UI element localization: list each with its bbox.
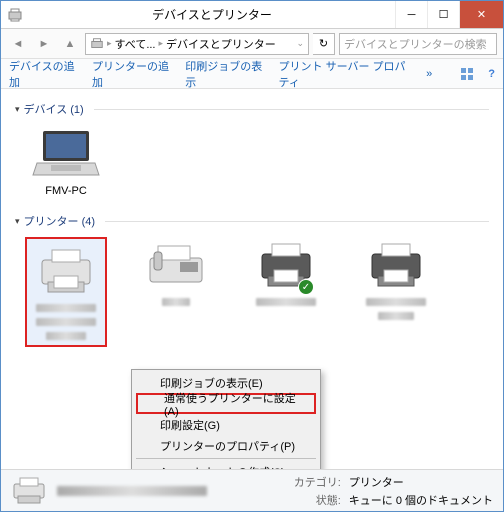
cmd-server-props[interactable]: プリント サーバー プロパティ	[279, 58, 413, 90]
content-area: ▾ デバイス (1) FMV-PC ▾ プリンター (4)	[1, 89, 503, 469]
cmd-view-jobs[interactable]: 印刷ジョブの表示	[185, 58, 264, 90]
window-title: デバイスとプリンター	[29, 6, 395, 23]
printer-label	[378, 312, 414, 320]
close-button[interactable]: ✕	[459, 1, 503, 28]
address-box[interactable]: ▸ すべて... ▸ デバイスとプリンター ⌄	[85, 33, 309, 55]
cmd-add-printer[interactable]: プリンターの追加	[92, 58, 171, 90]
breadcrumb-seg1[interactable]: すべて...	[115, 36, 156, 52]
view-options-icon[interactable]	[460, 67, 474, 81]
maximize-button[interactable]: ☐	[427, 1, 459, 28]
printer-label	[256, 298, 316, 306]
help-icon[interactable]: ?	[488, 68, 495, 80]
default-check-icon: ✓	[298, 279, 314, 295]
group-header-printers[interactable]: ▾ プリンター (4)	[15, 213, 489, 229]
status-category-key: カテゴリ:	[294, 474, 341, 490]
status-thumbnail-icon	[11, 476, 47, 506]
printer-icon	[360, 237, 432, 293]
refresh-button[interactable]: ↻	[313, 33, 335, 55]
nav-up-button[interactable]: ▲	[59, 33, 81, 55]
nav-forward-button[interactable]: ►	[33, 33, 55, 55]
breadcrumb-sep: ▸	[107, 38, 112, 49]
device-label: FMV-PC	[45, 185, 87, 197]
cmd-add-device[interactable]: デバイスの追加	[9, 58, 78, 90]
printer-label	[46, 332, 86, 340]
status-info: カテゴリ: プリンター 状態: キューに 0 個のドキュメント	[294, 474, 493, 508]
status-device-name	[57, 486, 207, 496]
search-input[interactable]: デバイスとプリンターの検索	[339, 33, 497, 55]
printer-icon	[30, 243, 102, 299]
titlebar: デバイスとプリンター ─ ☐ ✕	[1, 1, 503, 29]
printer-item-2-fax[interactable]	[135, 237, 217, 347]
status-state-val: キューに 0 個のドキュメント	[349, 492, 493, 508]
printer-item-1[interactable]	[25, 237, 107, 347]
collapse-icon: ▾	[15, 104, 20, 115]
printer-label	[36, 318, 96, 326]
printer-label	[366, 298, 426, 306]
printer-label	[162, 298, 190, 306]
breadcrumb-sep: ▸	[159, 38, 164, 49]
fax-icon	[140, 237, 212, 293]
context-menu: 印刷ジョブの表示(E) 通常使うプリンターに設定(A) 印刷設定(G) プリンタ…	[131, 369, 321, 469]
menu-set-default[interactable]: 通常使うプリンターに設定(A)	[136, 393, 316, 414]
menu-print-prefs[interactable]: 印刷設定(G)	[134, 414, 318, 435]
address-bar: ◄ ► ▲ ▸ すべて... ▸ デバイスとプリンター ⌄ ↻ デバイスとプリン…	[1, 29, 503, 59]
printer-item-3-default[interactable]: ✓	[245, 237, 327, 347]
laptop-icon	[30, 125, 102, 181]
command-bar: デバイスの追加 プリンターの追加 印刷ジョブの表示 プリント サーバー プロパテ…	[1, 59, 503, 89]
menu-separator	[136, 458, 316, 459]
printer-icon: ✓	[250, 237, 322, 293]
collapse-icon: ▾	[15, 216, 20, 227]
devices-printers-icon	[90, 37, 104, 51]
devices-printers-icon	[7, 7, 23, 23]
minimize-button[interactable]: ─	[395, 1, 427, 28]
printer-label	[36, 304, 96, 312]
menu-create-shortcut[interactable]: ショートカットの作成(S)	[134, 461, 318, 469]
group-header-devices[interactable]: ▾ デバイス (1)	[15, 101, 489, 117]
group-label: プリンター (4)	[24, 213, 96, 229]
menu-printer-props[interactable]: プリンターのプロパティ(P)	[134, 435, 318, 456]
breadcrumb-seg2[interactable]: デバイスとプリンター	[166, 36, 276, 52]
device-item-laptop[interactable]: FMV-PC	[25, 125, 107, 197]
status-bar: カテゴリ: プリンター 状態: キューに 0 個のドキュメント	[1, 469, 503, 511]
status-state-key: 状態:	[294, 492, 341, 508]
printer-item-4[interactable]	[355, 237, 437, 347]
group-label: デバイス (1)	[24, 101, 84, 117]
cmd-more[interactable]: »	[426, 68, 432, 80]
window-buttons: ─ ☐ ✕	[395, 1, 503, 28]
breadcrumb-dropdown-icon[interactable]: ⌄	[296, 38, 304, 49]
status-category-val: プリンター	[349, 474, 493, 490]
nav-back-button[interactable]: ◄	[7, 33, 29, 55]
